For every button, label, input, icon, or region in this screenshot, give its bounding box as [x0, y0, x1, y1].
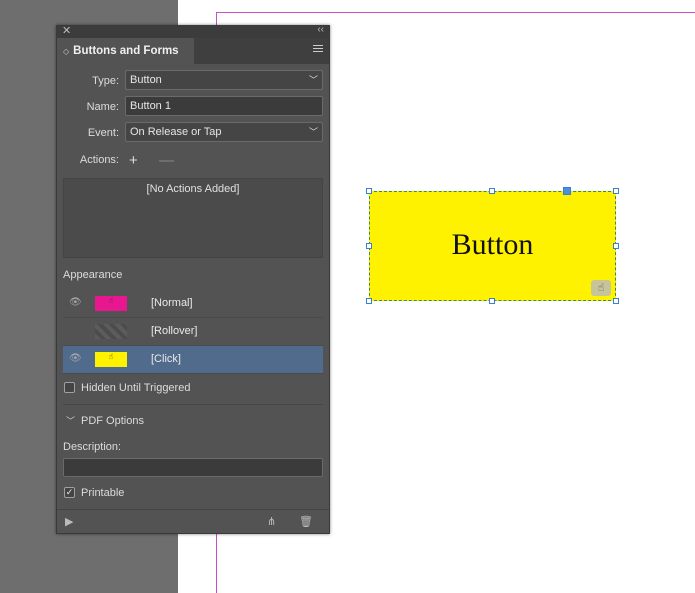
state-row-rollover[interactable]: [Rollover]	[63, 318, 323, 346]
pdf-options-toggle[interactable]: PDF Options	[81, 415, 144, 427]
actions-empty-text: [No Actions Added]	[146, 183, 240, 195]
type-value: Button	[130, 74, 162, 86]
name-label: Name:	[86, 101, 119, 113]
state-label: [Normal]	[151, 297, 193, 309]
divider	[63, 404, 323, 405]
state-label: [Rollover]	[151, 325, 198, 337]
state-thumbnail: ☝	[95, 352, 127, 367]
printable-label: Printable	[81, 487, 125, 499]
panel-title: Buttons and Forms	[73, 45, 179, 57]
hidden-until-triggered-label: Hidden Until Triggered	[81, 382, 191, 394]
button-badge-icon: ☝	[591, 280, 611, 296]
margin-guide-top	[216, 12, 695, 13]
minus-icon[interactable]: —	[159, 152, 174, 169]
chevron-down-icon: ﹀	[308, 127, 318, 137]
panel-tab-row: ◇ Buttons and Forms	[57, 38, 329, 64]
state-row-normal[interactable]: 👁 ☝ [Normal]	[63, 290, 323, 318]
eye-icon[interactable]: 👁	[69, 297, 82, 308]
actions-list[interactable]: [No Actions Added]	[63, 178, 323, 258]
selection-handle[interactable]	[366, 243, 372, 249]
actions-label: Actions:	[79, 154, 119, 166]
updown-icon: ◇	[63, 47, 70, 56]
event-value: On Release or Tap	[130, 126, 222, 138]
state-thumbnail	[95, 324, 127, 339]
chevron-down-icon: ﹀	[308, 75, 318, 85]
event-label: Event:	[87, 127, 119, 139]
trash-icon[interactable]: 🗑	[299, 515, 313, 528]
panel-bottom-bar: ▶ ⋔ 🗑	[57, 509, 329, 533]
buttons-and-forms-panel: ✕ ‹‹ ◇ Buttons and Forms Type: Button ﹀ N…	[56, 24, 330, 534]
name-field[interactable]: Button 1	[125, 96, 323, 116]
hidden-until-triggered-checkbox[interactable]	[64, 382, 75, 393]
event-select[interactable]: On Release or Tap ﹀	[125, 122, 323, 142]
plus-icon[interactable]: +	[129, 152, 138, 169]
selection-handle[interactable]	[613, 298, 619, 304]
type-select[interactable]: Button ﹀	[125, 70, 323, 90]
selection-handle[interactable]	[489, 188, 495, 194]
selection-handle[interactable]	[613, 243, 619, 249]
description-label: Description:	[63, 441, 122, 453]
eye-icon[interactable]: 👁	[69, 353, 82, 364]
hamburger-menu-icon[interactable]	[313, 45, 323, 55]
tab-buttons-and-forms[interactable]: ◇ Buttons and Forms	[57, 38, 194, 64]
selection-handle[interactable]	[613, 188, 619, 194]
state-thumbnail: ☝	[95, 296, 127, 311]
close-icon[interactable]: ✕	[62, 24, 71, 37]
panel-title-bar[interactable]: ✕ ‹‹	[57, 24, 329, 38]
printable-checkbox[interactable]: ✓	[64, 487, 75, 498]
chevron-down-icon[interactable]: ﹀	[66, 414, 75, 427]
button-object[interactable]: Button ☝	[369, 191, 616, 301]
preview-icon[interactable]: ▶	[65, 515, 73, 528]
button-object-text: Button	[451, 228, 534, 261]
convert-button-icon[interactable]: ⋔	[267, 515, 276, 528]
selection-handle[interactable]	[489, 298, 495, 304]
state-label: [Click]	[151, 353, 181, 365]
appearance-title: Appearance	[63, 269, 123, 281]
selection-handle[interactable]	[366, 298, 372, 304]
description-field[interactable]	[63, 458, 323, 477]
selection-handle[interactable]	[563, 187, 571, 195]
type-label: Type:	[92, 75, 119, 87]
appearance-state-list: 👁 ☝ [Normal] [Rollover] 👁 ☝ [Click]	[63, 290, 323, 374]
collapse-icon[interactable]: ‹‹	[317, 24, 324, 35]
name-value: Button 1	[130, 100, 171, 112]
state-row-click[interactable]: 👁 ☝ [Click]	[63, 346, 323, 374]
selection-handle[interactable]	[366, 188, 372, 194]
